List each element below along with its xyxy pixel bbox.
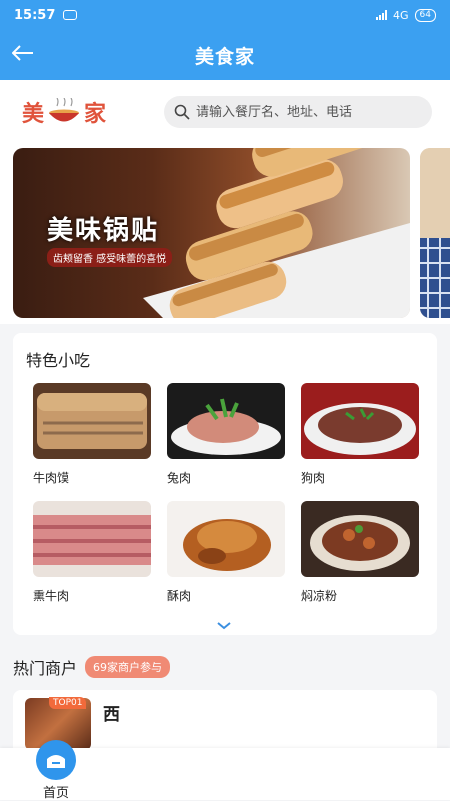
rank-badge: TOP01	[49, 697, 87, 709]
snacks-title: 特色小吃	[26, 351, 91, 370]
smoked-beef-photo	[33, 501, 151, 577]
back-button[interactable]	[8, 38, 38, 68]
banner-title: 美味锅贴	[47, 216, 160, 246]
snack-label: 熏牛肉	[33, 589, 70, 603]
snack-item-crispy-pork[interactable]: 酥肉	[167, 501, 285, 619]
banner-carousel[interactable]: 美味锅贴 齿颊留香 感受味蕾的喜悦	[0, 144, 450, 324]
search-bar[interactable]	[164, 96, 432, 128]
banner-slide[interactable]: 美味锅贴 齿颊留香 感受味蕾的喜悦	[13, 148, 410, 318]
tab-home-label: 首页	[42, 786, 69, 801]
tab-home[interactable]: 首页	[33, 740, 79, 801]
tablecloth-photo	[420, 148, 450, 318]
chevron-down-icon	[217, 622, 231, 630]
page-title: 美食家	[194, 45, 255, 68]
snack-item-braised-jelly[interactable]: 焖凉粉	[301, 501, 419, 619]
hot-merchants-header: 热门商户 69家商户参与	[13, 655, 171, 679]
home-icon	[47, 755, 65, 768]
header: 美 家	[0, 80, 450, 144]
snack-item-dog-meat[interactable]: 狗肉	[301, 383, 419, 501]
network-type: 4G	[393, 8, 409, 22]
search-icon	[174, 104, 190, 120]
bowl-icon	[49, 98, 80, 122]
snack-item-rabbit-meat[interactable]: 兔肉	[167, 383, 285, 501]
snack-label: 焖凉粉	[301, 589, 338, 603]
snacks-section: 特色小吃 牛肉馍 兔肉 狗肉 熏牛肉 酥肉 焖凉粉	[13, 333, 437, 635]
logo-char-right: 家	[84, 101, 107, 127]
snack-item-smoked-beef[interactable]: 熏牛肉	[33, 501, 151, 619]
rabbit-meat-photo	[167, 383, 285, 459]
logo-char-left: 美	[22, 101, 45, 127]
search-input[interactable]	[196, 104, 416, 120]
dog-meat-photo	[301, 383, 419, 459]
battery-icon: 64	[414, 8, 436, 22]
snack-label: 酥肉	[167, 589, 192, 603]
status-bar: 15:57 4G 64	[0, 0, 450, 30]
snack-label: 兔肉	[167, 471, 192, 485]
hot-merchants-title: 热门商户	[13, 659, 78, 678]
app-logo: 美 家	[22, 96, 106, 128]
banner-subtitle: 齿颊留香 感受味蕾的喜悦	[47, 248, 173, 267]
notification-icon	[63, 10, 78, 20]
snack-item-beef-bun[interactable]: 牛肉馍	[33, 383, 151, 501]
back-arrow-icon	[12, 45, 33, 61]
beef-bun-photo	[33, 383, 151, 459]
merchant-count-badge: 69家商户参与	[85, 656, 171, 678]
status-time: 15:57	[14, 7, 56, 23]
snack-label: 狗肉	[301, 471, 326, 485]
signal-icon	[376, 10, 388, 20]
braised-jelly-photo	[301, 501, 419, 577]
snack-label: 牛肉馍	[33, 471, 70, 485]
expand-more-button[interactable]	[204, 617, 244, 635]
merchant-name: 西	[103, 705, 120, 725]
bottom-tab-bar: 首页	[0, 740, 450, 801]
crispy-pork-photo	[167, 501, 285, 577]
top-bar: 美食家	[0, 30, 450, 80]
banner-next-slide[interactable]	[420, 148, 450, 318]
